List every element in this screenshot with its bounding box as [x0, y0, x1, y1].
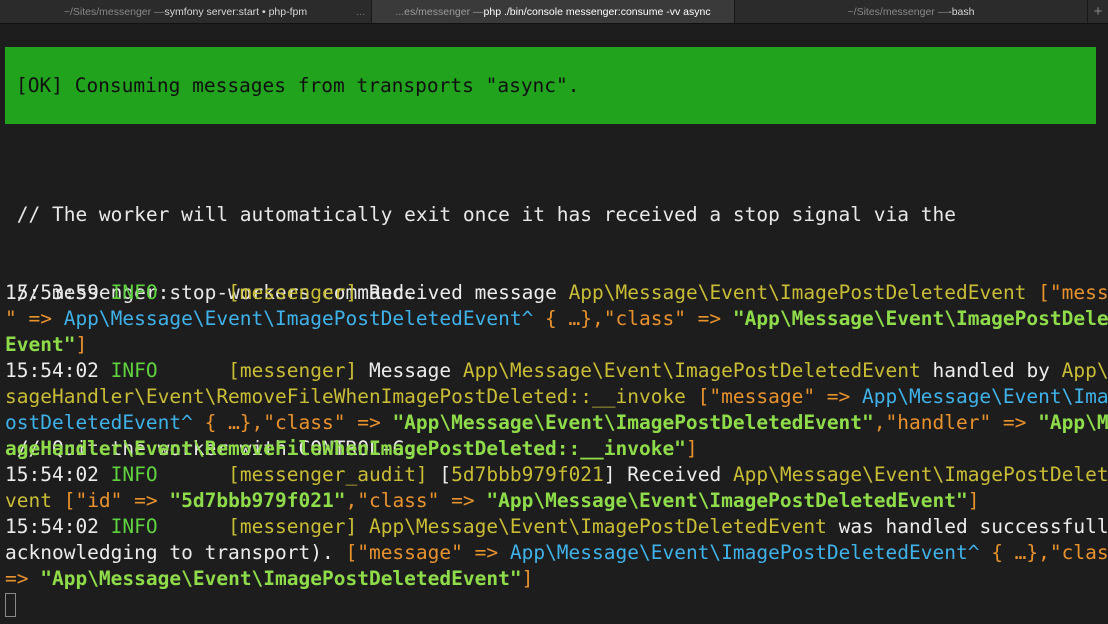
log-line: 15:54:02 INFO [messenger] Message App\Me…: [5, 358, 1108, 384]
log-segment: ["message: [1038, 281, 1108, 304]
log-segment: =>: [5, 567, 41, 590]
tab-path: ~/Sites/messenger —: [847, 5, 949, 18]
log-segment: ageHandler\Event\RemoveFileWhenImagePost…: [5, 437, 686, 460]
log-segment: [messenger]: [228, 281, 358, 304]
log-segment: App\Mes: [1061, 359, 1108, 382]
log-segment: App\Message\Event\ImageP: [862, 385, 1108, 408]
log-segment: ]: [685, 437, 698, 460]
log-segment: 5d7bbb979f021: [451, 463, 604, 486]
log-segment: App\Message\Event\ImagePostDeletedEvent: [568, 281, 1027, 304]
log-line: 15:53:59 INFO [messenger] Received messa…: [5, 280, 1108, 306]
log-segment: was handled successfully (: [838, 515, 1108, 538]
log-segment: "App\Message\Event\ImagePostDeleted: [732, 307, 1108, 330]
ok-banner: [OK] Consuming messages from transports …: [5, 47, 1096, 124]
log-segment: ]: [521, 567, 534, 590]
log-segment: "App\Message\Event\ImagePostDeletedEvent…: [486, 489, 968, 512]
log-segment: ] Received: [603, 463, 733, 486]
log-segment: sageHandler\Event\RemoveFileWhenImagePos…: [5, 385, 686, 408]
log-segment: [158, 359, 228, 382]
log-segment: ]: [967, 489, 980, 512]
terminal-tab-bar: ~/Sites/messenger — symfony server:start…: [0, 0, 1108, 24]
log-line: sageHandler\Event\RemoveFileWhenImagePos…: [5, 384, 1108, 410]
terminal-cursor: [5, 593, 16, 617]
log-segment: 15:54:02: [5, 515, 111, 538]
log-segment: " =>: [5, 307, 64, 330]
log-segment: [: [427, 463, 452, 486]
log-segment: [158, 515, 228, 538]
log-segment: ["id" =>: [51, 489, 170, 512]
tab-messenger-consume[interactable]: ...es/messenger — php ./bin/console mess…: [372, 0, 735, 23]
tab-bash[interactable]: ~/Sites/messenger — -bash: [735, 0, 1088, 23]
log-segment: App\Message\Event\ImagePostDeletedEvent^: [63, 307, 534, 330]
log-segment: INFO: [110, 359, 158, 382]
log-segment: { …},"class" =>: [533, 307, 733, 330]
log-segment: App\Message\Event\ImagePostDeletedEvent: [357, 515, 827, 538]
log-segment: ostDeletedEvent^: [5, 411, 193, 434]
log-segment: Message: [357, 359, 463, 382]
log-segment: ["message" =>: [685, 385, 863, 408]
log-segment: { …},"class": [991, 541, 1108, 564]
log-line: vent ["id" => "5d7bbb979f021","class" =>…: [5, 488, 1105, 514]
log-segment: INFO: [110, 281, 158, 304]
log-segment: Received message: [357, 281, 569, 304]
log-segment: ,"class" =>: [345, 489, 487, 512]
log-segment: 15:53:59: [5, 281, 111, 304]
log-segment: [158, 281, 228, 304]
log-line: Event"]: [5, 332, 1105, 358]
new-tab-button[interactable]: +: [1088, 0, 1108, 23]
log-segment: INFO: [110, 463, 158, 486]
tab-overflow-indicator: ...: [356, 5, 365, 18]
tab-command: symfony server:start • php-fpm: [164, 5, 308, 18]
log-segment: App\Message\Event\ImagePostDeletedEvent: [462, 359, 921, 382]
log-segment: App\Message\Event\ImagePostDeletedEvent^: [509, 541, 980, 564]
log-line: acknowledging to transport). ["message" …: [5, 540, 1108, 566]
tab-path: ~/Sites/messenger —: [63, 5, 165, 18]
log-segment: [messenger]: [228, 359, 358, 382]
tab-path: ...es/messenger —: [395, 5, 484, 18]
log-segment: ["message" =>: [345, 541, 510, 564]
log-segment: [messenger_audit]: [228, 463, 428, 486]
log-segment: acknowledging to transport).: [5, 541, 346, 564]
log-segment: App\Message\Event\ImagePostDeletedE: [732, 463, 1108, 486]
log-line: 15:54:02 INFO [messenger] App\Message\Ev…: [5, 514, 1108, 540]
comment-line: // The worker will automatically exit on…: [5, 203, 956, 226]
log-segment: 15:54:02: [5, 463, 111, 486]
log-segment: 15:54:02: [5, 359, 111, 382]
tab-command: php ./bin/console messenger:consume -vv …: [483, 5, 711, 18]
log-segment: { …},"class" =>: [192, 411, 393, 434]
log-line: " => App\Message\Event\ImagePostDeletedE…: [5, 306, 1108, 332]
log-segment: vent: [5, 489, 52, 512]
log-segment: ]: [75, 333, 88, 356]
log-segment: ,"handler" =>: [873, 411, 1039, 434]
log-segment: Event": [5, 333, 76, 356]
tab-symfony-server[interactable]: ~/Sites/messenger — symfony server:start…: [0, 0, 372, 23]
log-segment: handled by: [920, 359, 1062, 382]
log-line: => "App\Message\Event\ImagePostDeletedEv…: [5, 566, 1105, 592]
log-line: ageHandler\Event\RemoveFileWhenImagePost…: [5, 436, 1105, 462]
log-line: 15:54:02 INFO [messenger_audit] [5d7bbb9…: [5, 462, 1108, 488]
log-segment: INFO: [110, 515, 158, 538]
tab-command: -bash: [948, 5, 975, 18]
log-line: ostDeletedEvent^ { …},"class" => "App\Me…: [5, 410, 1108, 436]
log-segment: "App\Mess: [1038, 411, 1108, 434]
log-segment: "App\Message\Event\ImagePostDeletedEvent…: [40, 567, 522, 590]
log-segment: "5d7bbb979f021": [169, 489, 346, 512]
log-segment: [messenger]: [228, 515, 358, 538]
log-segment: "App\Message\Event\ImagePostDeletedEvent…: [392, 411, 874, 434]
log-output: 15:53:59 INFO [messenger] Received messa…: [5, 280, 1108, 592]
plus-icon: +: [1093, 3, 1103, 20]
log-segment: [158, 463, 228, 486]
